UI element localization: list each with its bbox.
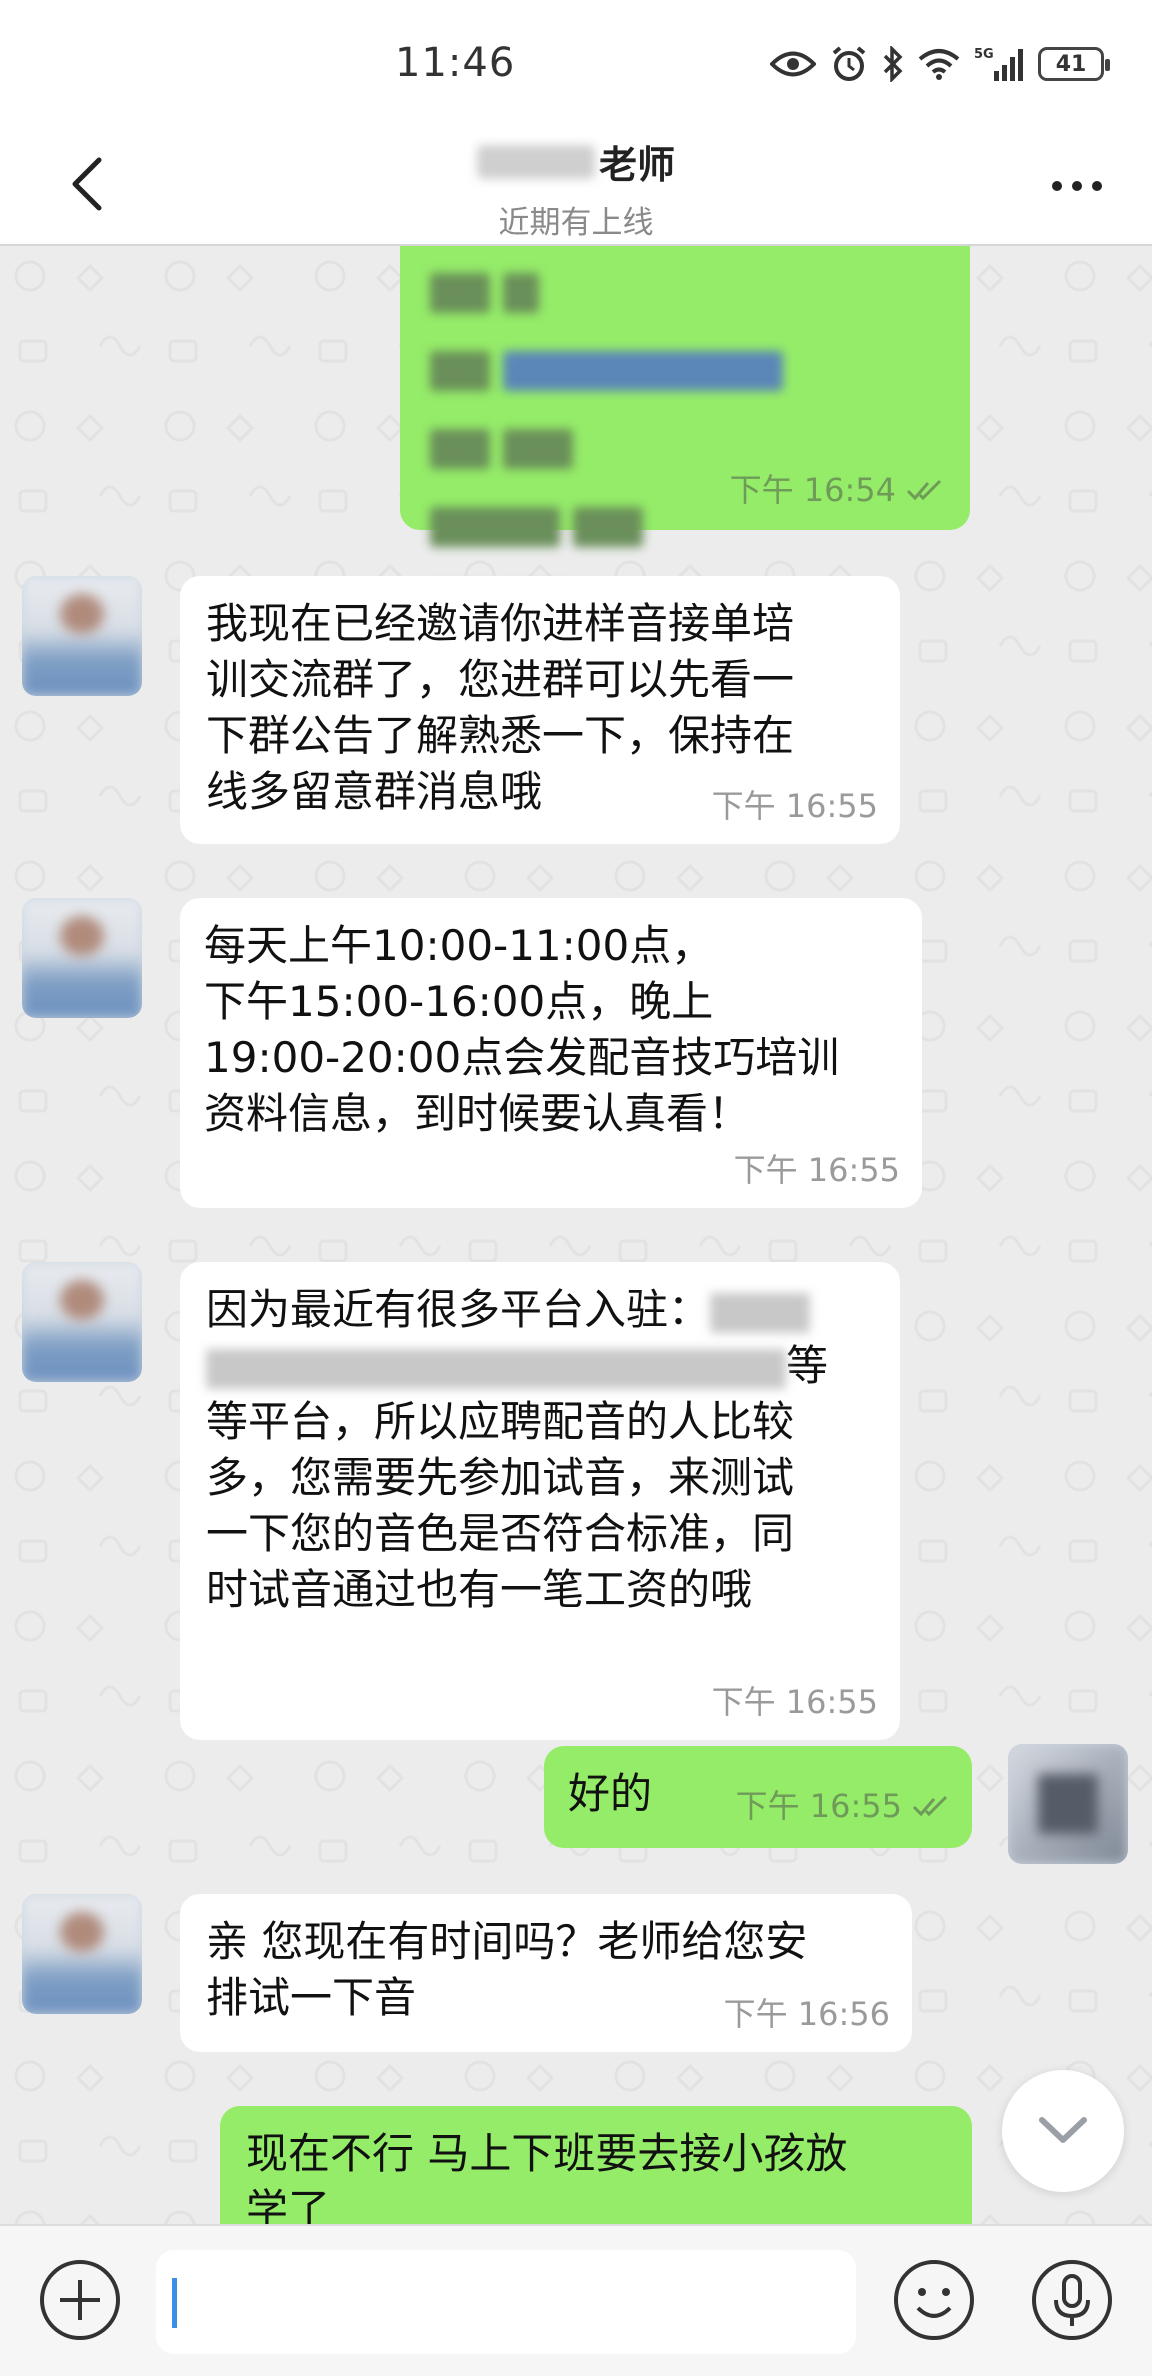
signal-5g-icon: 5G (974, 47, 1023, 81)
message-time: 下午 16:55 (711, 787, 878, 825)
read-check-icon (906, 479, 942, 501)
contact-info[interactable]: 老师 近期有上线 (0, 134, 1152, 242)
message-bubble-incoming[interactable]: 每天上午10:00-11:00点， 下午15:00-16:00点，晚上 19:0… (180, 898, 922, 1208)
microphone-icon (1032, 2260, 1112, 2340)
chat-header: 老师 近期有上线 (0, 130, 1152, 246)
chevron-down-icon (1039, 2117, 1087, 2143)
my-avatar[interactable] (1008, 1744, 1128, 1864)
add-attachment-button[interactable] (38, 2258, 122, 2342)
message-bubble-incoming[interactable]: 我现在已经邀请你进样音接单培 训交流群了，您进群可以先看一 下群公告了解熟悉一下… (180, 576, 900, 844)
message-time: 下午 16:56 (723, 1995, 890, 2033)
status-icons: 5G 41 (770, 44, 1110, 84)
contact-name-suffix: 老师 (598, 143, 675, 187)
message-time: 下午 16:56 (784, 2212, 950, 2224)
avatar[interactable] (22, 1262, 142, 1382)
eye-icon (770, 51, 816, 77)
avatar[interactable] (22, 898, 142, 1018)
wifi-icon (918, 49, 960, 80)
message-bubble-outgoing[interactable]: 现在不行 马上下班要去接小孩放 学了 下午 16:56 (220, 2106, 972, 2224)
more-dots-icon (1052, 181, 1102, 191)
battery-level: 41 (1055, 51, 1087, 77)
redacted-platform (710, 1292, 811, 1333)
contact-status: 近期有上线 (498, 205, 654, 241)
message-text-line: 因为最近有很多平台入驻： (206, 1285, 711, 1334)
message-input[interactable] (156, 2250, 856, 2354)
message-bubble-incoming[interactable]: 亲 您现在有时间吗？老师给您安 排试一下音 下午 16:56 (180, 1894, 912, 2052)
message-text-line: 等 (786, 1341, 829, 1390)
message-text: 每天上午10:00-11:00点， 下午15:00-16:00点，晚上 19:0… (204, 921, 840, 1138)
message-list[interactable]: 下午 16:54 我现在已经邀请你进样音接单培 训交流群了，您进群可以先看一 下… (0, 246, 1152, 2224)
message-time: 下午 16:54 (730, 462, 946, 518)
message-time: 下午 16:55 (711, 1683, 878, 1721)
scroll-to-bottom-button[interactable] (1002, 2070, 1124, 2192)
message-time: 下午 16:55 (736, 1778, 952, 1834)
alarm-icon (832, 46, 866, 81)
read-check-icon (912, 1795, 948, 1817)
contact-name: 老师 (476, 134, 675, 189)
status-time: 11:46 (395, 40, 516, 86)
message-text: 现在不行 马上下班要去接小孩放 学了 (246, 2129, 848, 2224)
plus-circle-icon (40, 2260, 120, 2340)
message-text: 因为最近有很多平台入驻： 等 等平台，所以应聘配音的人比较 多，您需要先参加试音… (206, 1282, 874, 1618)
svg-text:5G: 5G (974, 47, 994, 62)
redacted-name (476, 144, 595, 179)
bluetooth-icon (883, 46, 903, 82)
text-cursor (172, 2278, 177, 2328)
message-time: 下午 16:55 (733, 1151, 900, 1189)
input-bar (0, 2224, 1152, 2376)
message-bubble-outgoing[interactable]: 下午 16:54 (400, 246, 970, 625)
status-bar: 11:46 5G 41 (0, 0, 1152, 130)
redacted-platform (206, 1348, 786, 1389)
message-text-line: 等平台，所以应聘配音的人比较 多，您需要先参加试音，来测试 一下您的音色是否符合… (206, 1397, 795, 1614)
time-text: 下午 16:55 (735, 1787, 902, 1825)
avatar[interactable] (22, 576, 142, 696)
emoji-button[interactable] (892, 2258, 976, 2342)
emoji-icon (894, 2260, 974, 2340)
message-bubble-outgoing[interactable]: 好的 下午 16:55 (544, 1746, 972, 1848)
voice-button[interactable] (1030, 2258, 1114, 2342)
redacted-content (430, 256, 784, 630)
battery-icon: 41 (1038, 47, 1110, 81)
message-bubble-incoming[interactable]: 因为最近有很多平台入驻： 等 等平台，所以应聘配音的人比较 多，您需要先参加试音… (180, 1262, 900, 1740)
time-text: 下午 16:54 (729, 471, 896, 509)
more-button[interactable] (1042, 166, 1112, 206)
avatar[interactable] (22, 1894, 142, 2014)
